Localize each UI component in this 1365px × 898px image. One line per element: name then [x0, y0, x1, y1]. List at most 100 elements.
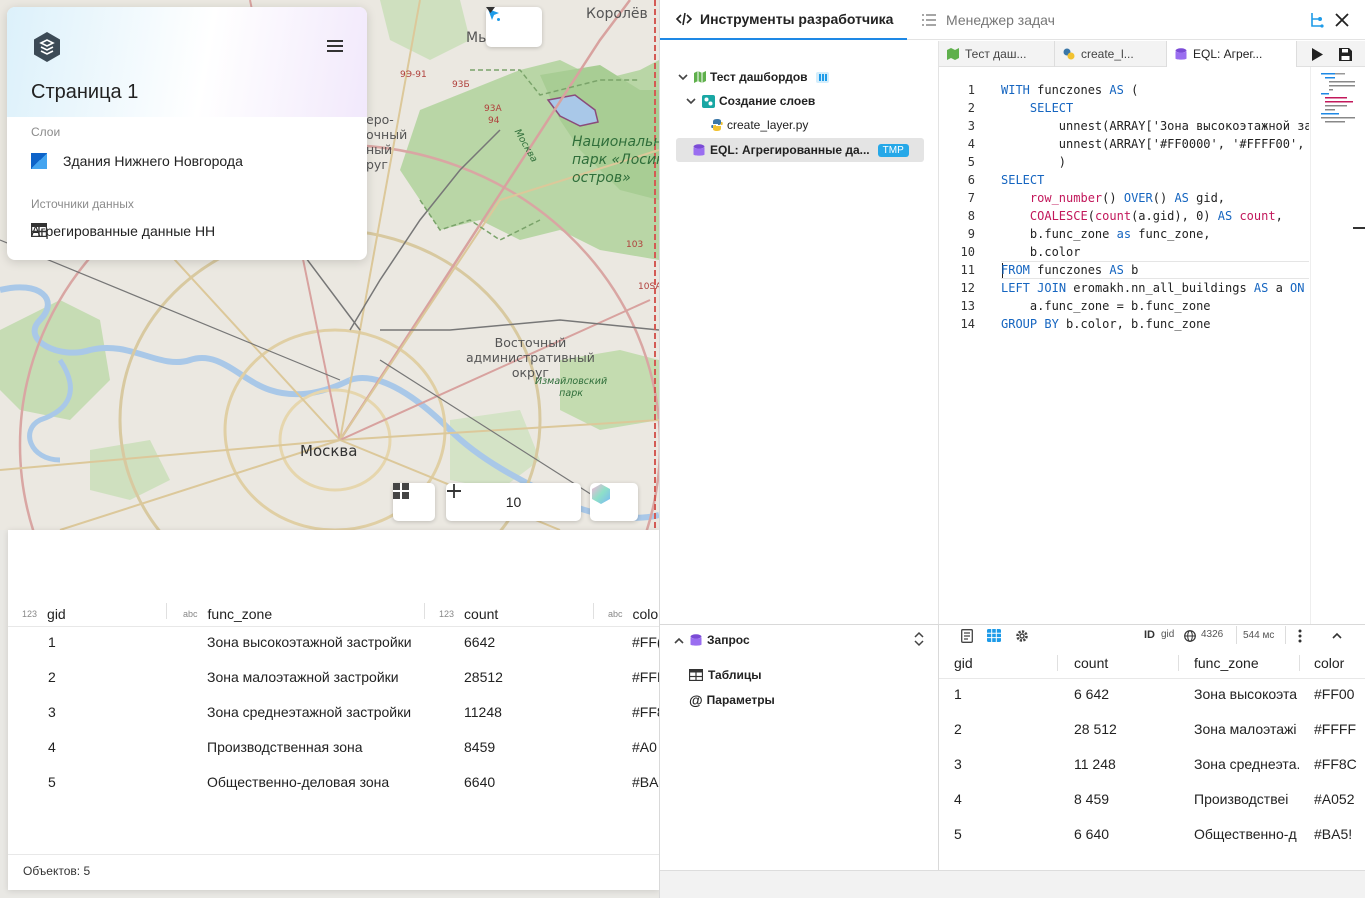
map-label-moskva: Москва: [300, 442, 358, 460]
line-number: 4: [967, 137, 975, 151]
code-line[interactable]: 9 b.func_zone as func_zone,: [939, 225, 1309, 243]
gear-icon[interactable]: [1015, 629, 1029, 643]
code-line[interactable]: 10 b.color: [939, 243, 1309, 261]
grid-view-button[interactable]: [393, 483, 435, 521]
chevron-up-icon[interactable]: [1332, 632, 1342, 639]
query-params-item[interactable]: @ Параметры: [689, 692, 775, 708]
code-line[interactable]: 2 SELECT: [939, 99, 1309, 117]
code-line[interactable]: 1 WITH funczones AS (: [939, 81, 1309, 99]
file-explorer: Тест дашбордов Создание слоев create_lay…: [660, 41, 939, 624]
code-line[interactable]: 12 LEFT JOIN eromakh.nn_all_buildings AS …: [939, 279, 1309, 297]
minimap-scroll-indicator[interactable]: [1353, 227, 1365, 229]
column-divider[interactable]: [166, 603, 167, 619]
footer-divider: [8, 854, 659, 855]
result-panel: ID gid 4326 544 мс gid count func_zone c…: [939, 624, 1365, 870]
tab-task-manager[interactable]: Менеджер задач: [922, 0, 1112, 40]
text-view-icon[interactable]: [961, 629, 973, 643]
table-row[interactable]: 1 Зона высокоэтажной застройки 6642 #FF(: [8, 626, 659, 661]
save-icon[interactable]: [1339, 48, 1352, 61]
table-row[interactable]: 2 Зона малоэтажной застройки 28512 #FFI: [8, 661, 659, 696]
database-icon: [693, 143, 705, 156]
code-line[interactable]: 4 unnest(ARRAY['#FF0000', '#FFFF00',: [939, 135, 1309, 153]
srid-value[interactable]: 4326: [1201, 629, 1223, 640]
result-row[interactable]: 5 6 640 Общественно-д #BA5!: [939, 818, 1365, 853]
select-tool-button[interactable]: [486, 7, 542, 47]
code-line[interactable]: 5 ): [939, 153, 1309, 171]
list-icon: [922, 14, 936, 26]
expand-collapse-icon[interactable]: [914, 631, 924, 647]
basemap-button[interactable]: [590, 483, 638, 521]
basemap-icon: [592, 484, 610, 504]
column-divider[interactable]: [1057, 655, 1058, 671]
database-icon: [690, 633, 702, 646]
road-label-9391: 9Э-91: [400, 70, 427, 80]
code-line[interactable]: 6 SELECT: [939, 171, 1309, 189]
tree-item-python-file[interactable]: create_layer.py: [711, 118, 808, 132]
table-row[interactable]: 3 Зона среднеэтажной застройки 11248 #FF…: [8, 696, 659, 731]
col-header-count[interactable]: 123 count: [439, 603, 498, 625]
road-label-93a: 93А: [484, 104, 502, 114]
line-number: 13: [960, 299, 975, 313]
code-line[interactable]: 8 COALESCE(count(a.gid), 0) AS count,: [939, 207, 1309, 225]
zoom-out-button[interactable]: [447, 483, 581, 521]
map-label-izmailovsky: Измайловский парк: [535, 376, 608, 399]
hamburger-menu-icon[interactable]: [325, 37, 345, 55]
page-title: Страница 1: [31, 81, 139, 103]
table-view-icon[interactable]: [987, 629, 1001, 642]
result-row[interactable]: 2 28 512 Зона малоэтажі #FFFF: [939, 713, 1365, 748]
editor-tab-python[interactable]: create_l...: [1055, 41, 1167, 67]
chevron-down-icon: [486, 7, 495, 13]
id-value[interactable]: gid: [1161, 629, 1174, 640]
road-label-103: 103: [626, 240, 644, 250]
result-row[interactable]: 3 11 248 Зона среднеэта. #FF8C: [939, 748, 1365, 783]
table-row[interactable]: 4 Производственная зона 8459 #A0: [8, 731, 659, 766]
result-col-gid[interactable]: gid: [954, 655, 973, 671]
road-label-94: 94: [488, 116, 500, 126]
tab-dev-tools[interactable]: Инструменты разработчика: [660, 0, 907, 40]
zoom-controls: 10: [446, 483, 581, 521]
result-row[interactable]: 1 6 642 Зона высокоэта #FF00: [939, 678, 1365, 713]
chevron-down-icon: [678, 73, 688, 80]
code-text: WITH funczones AS (: [1001, 83, 1139, 97]
col-header-gid[interactable]: 123 gid: [22, 603, 66, 625]
run-icon[interactable]: [1311, 48, 1323, 61]
line-number: 12: [960, 281, 975, 295]
code-minimap[interactable]: [1310, 67, 1365, 624]
code-line[interactable]: 11 FROM funczones AS b: [939, 261, 1309, 279]
code-line[interactable]: 14 GROUP BY b.color, b.func_zone: [939, 315, 1309, 333]
tree-item-eql-file[interactable]: EQL: Агрегированные да... TMP: [676, 138, 924, 162]
code-line[interactable]: 13 a.func_zone = b.func_zone: [939, 297, 1309, 315]
column-divider[interactable]: [1299, 655, 1300, 671]
result-col-color[interactable]: color: [1314, 655, 1344, 671]
layer-item[interactable]: Здания Нижнего Новгорода: [31, 153, 243, 169]
result-row[interactable]: 4 8 459 Производствеі #A052: [939, 783, 1365, 818]
result-col-func-zone[interactable]: func_zone: [1194, 655, 1259, 671]
tree-item-root[interactable]: Тест дашбордов: [678, 70, 829, 84]
source-item[interactable]: Агрегированные данные НН: [31, 223, 215, 239]
query-tables-item[interactable]: Таблицы: [689, 668, 761, 682]
exec-time: 544 мс: [1243, 630, 1275, 641]
column-divider[interactable]: [1178, 655, 1179, 671]
code-line[interactable]: 7 row_number() OVER() AS gid,: [939, 189, 1309, 207]
line-number: 7: [967, 191, 975, 205]
result-col-count[interactable]: count: [1074, 655, 1108, 671]
query-header[interactable]: Запрос: [674, 633, 750, 647]
tree-item-folder[interactable]: Создание слоев: [686, 94, 815, 108]
toolbar-divider: [1285, 626, 1286, 644]
map-view[interactable]: Королёв Мы Национальн парк «Лосин остров…: [0, 0, 659, 530]
map-label-severo: еро- очный ный руг: [366, 112, 408, 172]
editor-tab-dashboard[interactable]: Тест даш...: [939, 41, 1055, 67]
column-divider[interactable]: [424, 603, 425, 619]
table-row[interactable]: 5 Общественно-деловая зона 6640 #BA: [8, 766, 659, 801]
line-number: 2: [967, 101, 975, 115]
col-header-func-zone[interactable]: abc func_zone: [183, 603, 272, 625]
code-line[interactable]: 3 unnest(ARRAY['Зона высокоэтажной за: [939, 117, 1309, 135]
code-area[interactable]: 1 WITH funczones AS (2 SELECT 3 unnest(ARR…: [939, 67, 1309, 624]
column-divider[interactable]: [593, 603, 594, 619]
tree-structure-icon[interactable]: [1310, 12, 1324, 28]
app-logo-icon: [34, 32, 60, 62]
editor-tab-eql[interactable]: EQL: Агрег...: [1167, 41, 1297, 67]
close-icon[interactable]: [1335, 13, 1349, 27]
more-vertical-icon[interactable]: [1298, 629, 1302, 643]
col-header-color[interactable]: abc colo: [608, 603, 658, 625]
